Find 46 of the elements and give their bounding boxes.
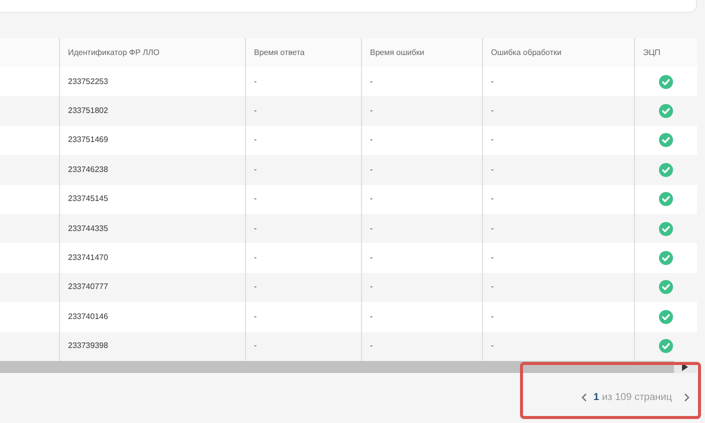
table-cell: -: [370, 281, 373, 294]
table-cell: -: [491, 252, 494, 264]
table-cell: -: [254, 193, 257, 206]
table-cell: -: [370, 105, 373, 118]
table-cell: -: [254, 340, 257, 352]
table-cell: -: [370, 252, 373, 264]
table-cell: -: [491, 164, 494, 176]
next-page-button[interactable]: [684, 392, 690, 402]
table-cell: -: [370, 193, 373, 206]
table-cell: -: [491, 281, 494, 294]
table-cell: -: [370, 222, 373, 235]
table-cell: -: [254, 252, 257, 264]
table-cell: -: [491, 76, 494, 88]
table-cell: 233752253: [68, 76, 108, 88]
scroll-right-icon[interactable]: [682, 362, 688, 371]
table-cell: 233744335: [68, 222, 108, 235]
table-cell: -: [370, 164, 373, 176]
page-count: из 109 страниц: [602, 390, 672, 405]
table-cell: -: [254, 105, 257, 118]
table-cell: -: [370, 76, 373, 88]
table-cell: -: [370, 340, 373, 352]
table-cell: -: [370, 310, 373, 323]
table-cell: -: [370, 134, 373, 146]
table-cell: -: [491, 105, 494, 118]
table-cell: -: [254, 281, 257, 294]
table-cell: -: [254, 76, 257, 88]
table-cell: 233751802: [68, 105, 108, 118]
table-cell: 233741470: [68, 252, 108, 264]
table-cell: -: [491, 310, 494, 323]
table-cell: 233739398: [68, 340, 108, 352]
table-cell: 233751469: [68, 134, 108, 146]
table-cell: -: [491, 340, 494, 352]
table-cell: 233745145: [68, 193, 108, 206]
current-page: 1: [593, 390, 600, 405]
previous-page-button[interactable]: [581, 392, 588, 402]
table-cell: 233740146: [68, 310, 108, 323]
table-cell: -: [254, 222, 257, 235]
column-header: ЭЦП: [642, 46, 662, 59]
table-cell: -: [254, 134, 257, 146]
table-cell: -: [254, 164, 257, 176]
table-cell: -: [491, 222, 494, 235]
table-cell: -: [491, 193, 494, 206]
table-cell: 233746238: [68, 164, 108, 176]
table-cell: -: [254, 310, 257, 323]
table-cell: 233740777: [68, 281, 108, 294]
table-cell: -: [491, 134, 494, 146]
